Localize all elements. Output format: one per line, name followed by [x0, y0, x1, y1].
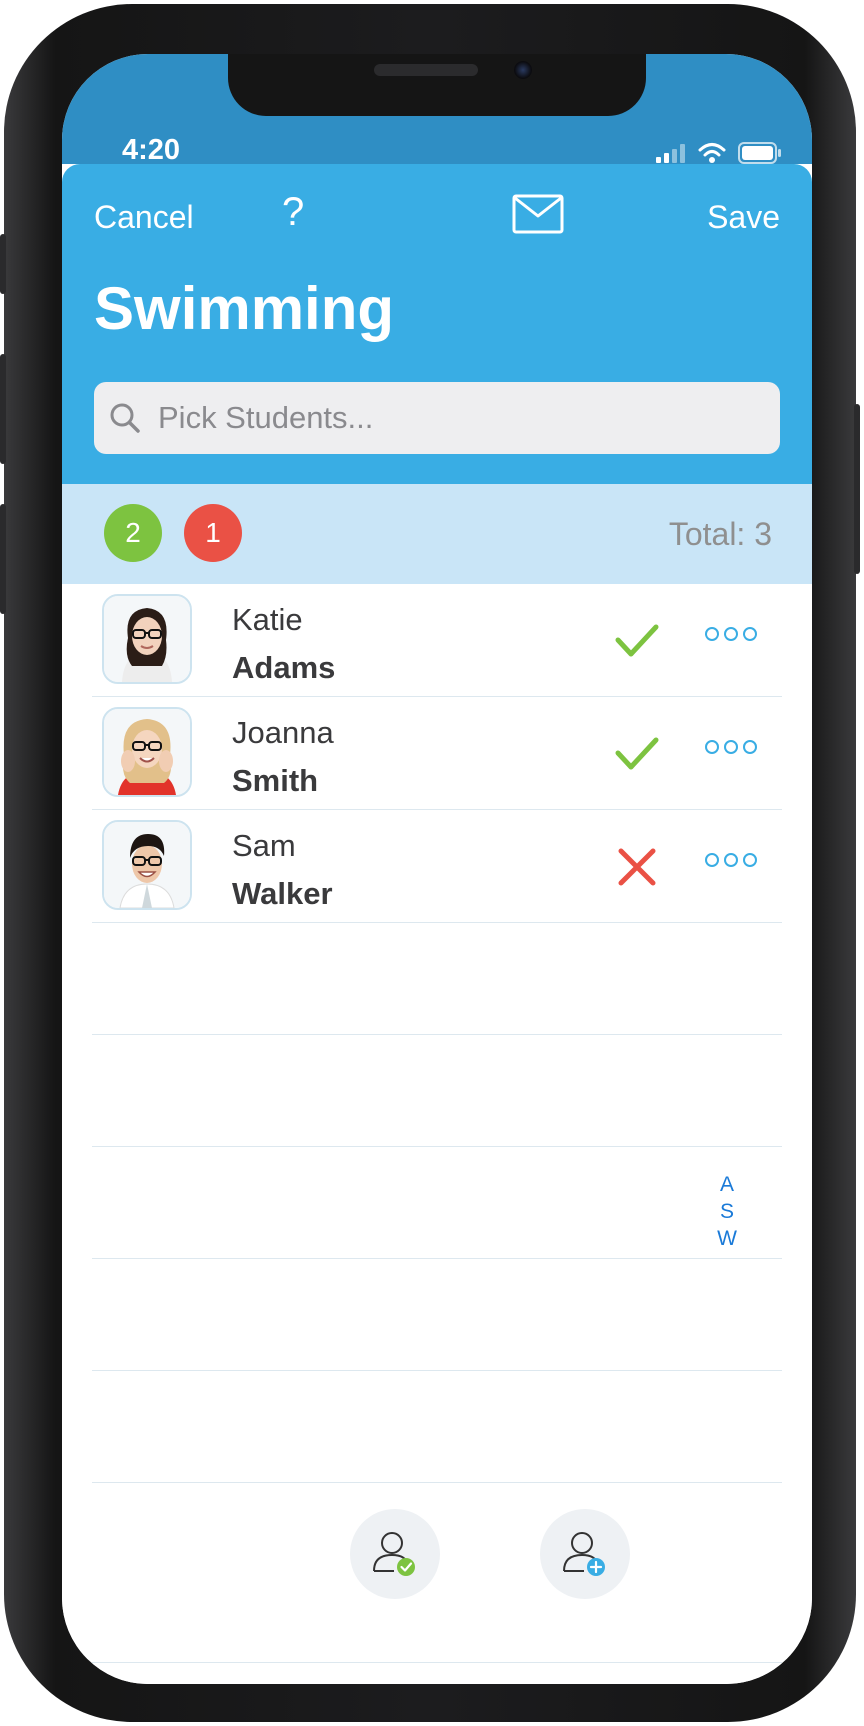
notch — [228, 54, 646, 116]
wifi-icon — [698, 143, 726, 163]
page-title: Swimming — [94, 275, 395, 342]
speaker — [374, 64, 478, 76]
battery-icon — [738, 142, 781, 164]
avatar — [102, 594, 192, 684]
empty-row — [92, 1259, 782, 1371]
student-last-name: Walker — [232, 876, 333, 911]
person-check-icon — [373, 1532, 415, 1576]
list-item[interactable]: Sam Walker — [92, 810, 782, 923]
divider — [92, 1662, 782, 1663]
empty-row — [92, 1371, 782, 1483]
search-bar[interactable] — [94, 382, 780, 454]
avatar — [102, 820, 192, 910]
mute-switch — [0, 234, 6, 294]
volume-up-button — [0, 354, 6, 464]
list-item[interactable]: Katie Adams — [92, 584, 782, 697]
status-icons — [656, 142, 782, 164]
student-first-name: Joanna — [232, 715, 334, 750]
mark-present-button[interactable] — [350, 1509, 440, 1599]
student-first-name: Katie — [232, 602, 303, 637]
phone-frame: 4:20 Cancel ? Save Swimming Pick Student… — [0, 4, 860, 1722]
index-letter-s[interactable]: S — [712, 1198, 742, 1225]
student-last-name: Adams — [232, 650, 336, 685]
present-check-icon[interactable] — [612, 616, 662, 666]
cancel-button[interactable]: Cancel — [94, 199, 194, 236]
student-first-name: Sam — [232, 828, 296, 863]
screen: 4:20 Cancel ? Save Swimming Pick Student… — [62, 54, 812, 1684]
mail-icon[interactable] — [512, 194, 564, 242]
power-button — [854, 404, 860, 574]
list-item[interactable]: Joanna Smith — [92, 697, 782, 810]
absent-count-badge[interactable]: 1 — [184, 504, 242, 562]
help-icon[interactable]: ? — [282, 190, 304, 235]
empty-row — [92, 923, 782, 1035]
search-icon — [110, 403, 140, 433]
total-count: Total: 3 — [668, 516, 772, 552]
student-last-name: Smith — [232, 763, 319, 798]
camera — [514, 61, 532, 79]
save-button[interactable]: Save — [707, 199, 780, 236]
more-options-icon[interactable] — [704, 850, 760, 870]
more-options-icon[interactable] — [704, 624, 760, 644]
volume-down-button — [0, 504, 6, 614]
empty-row — [92, 1147, 782, 1259]
student-list: Katie Adams Joanna Smith Sam Walker — [92, 584, 782, 1483]
header: Cancel ? Save Swimming — [62, 164, 812, 484]
present-check-icon[interactable] — [612, 729, 662, 779]
empty-row — [92, 1035, 782, 1147]
alphabet-index: A S W — [712, 1171, 742, 1252]
avatar — [102, 707, 192, 797]
search-input[interactable] — [156, 399, 760, 437]
signal-icon — [656, 144, 685, 163]
present-count-badge[interactable]: 2 — [104, 504, 162, 562]
more-options-icon[interactable] — [704, 737, 760, 757]
attendance-summary: 2 1 Total: 3 — [62, 484, 812, 584]
attendance-sheet: Cancel ? Save Swimming Pick Students... … — [62, 164, 812, 1684]
absent-x-icon[interactable] — [612, 842, 662, 892]
index-letter-w[interactable]: W — [712, 1225, 742, 1252]
status-time: 4:20 — [122, 134, 181, 166]
index-letter-a[interactable]: A — [712, 1171, 742, 1198]
person-add-icon — [563, 1532, 605, 1576]
add-student-button[interactable] — [540, 1509, 630, 1599]
